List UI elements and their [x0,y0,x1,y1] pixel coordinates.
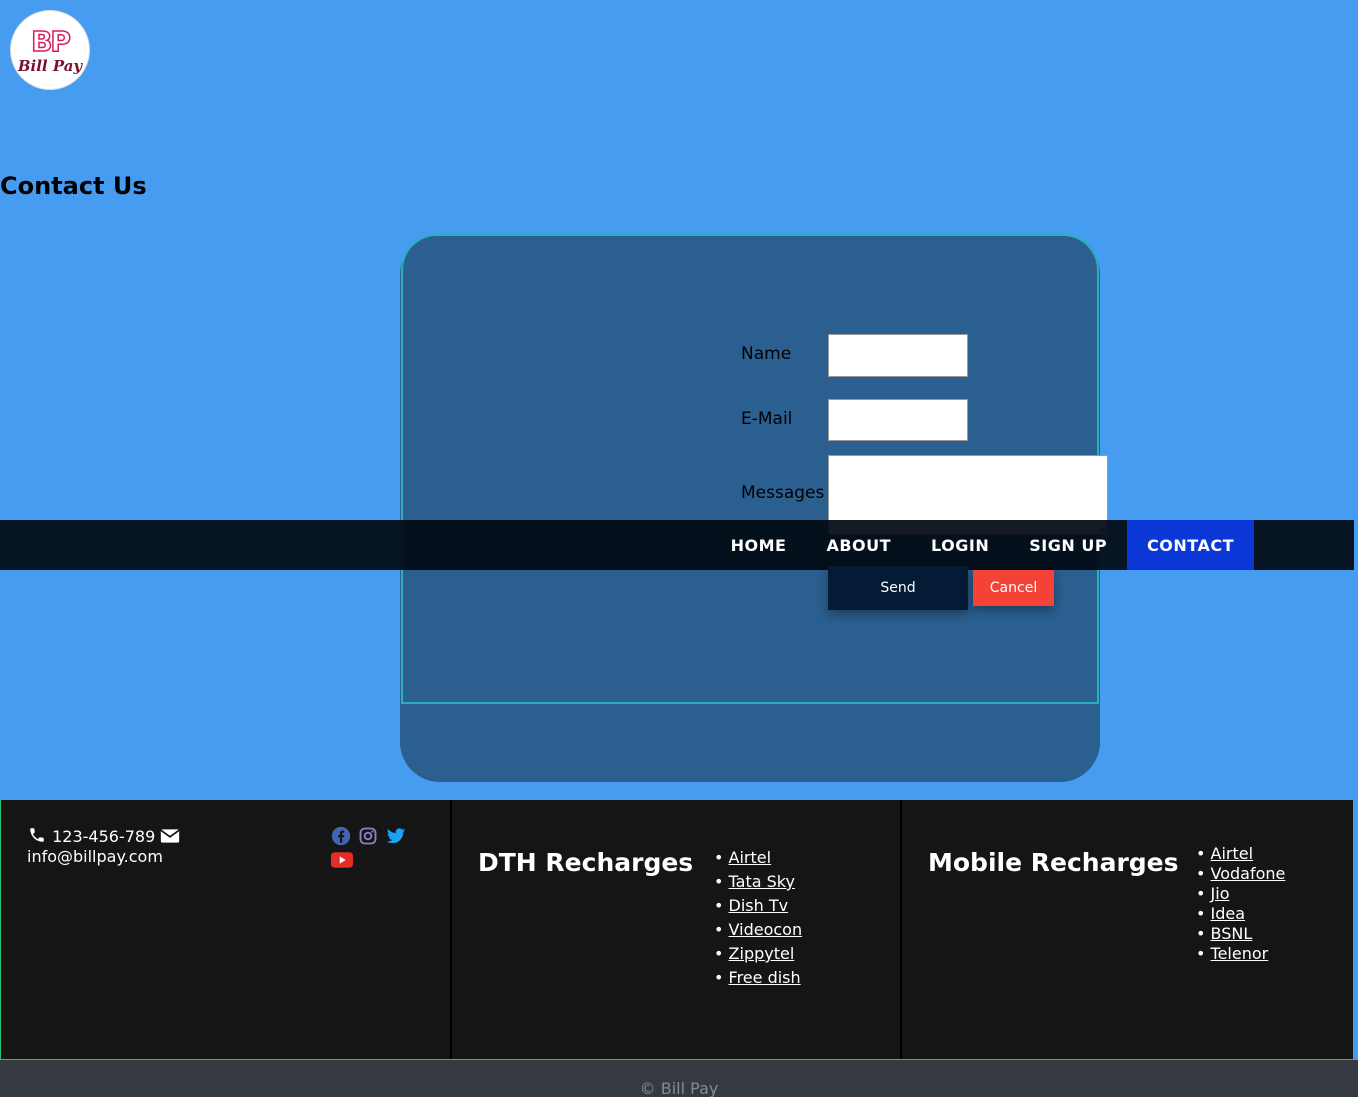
dth-title: DTH Recharges [478,848,694,877]
list-item: Vodafone [1196,864,1286,884]
list-item: Telenor [1196,944,1285,964]
logo[interactable]: BP Bill Pay [10,10,90,90]
mobile-link-bsnl[interactable]: BSNL [1211,924,1253,943]
list-item: Airtel [714,846,802,870]
dth-link-dish-tv[interactable]: Dish Tv [729,896,789,915]
copyright-bar: © Bill Pay [0,1060,1358,1097]
nav-about[interactable]: ABOUT [806,520,911,570]
logo-name: Bill Pay [17,57,83,75]
social-links [331,826,411,872]
messages-label: Messages [741,483,825,503]
nav-signup[interactable]: SIGN UP [1009,520,1127,570]
footer-dth-column: DTH Recharges Airtel Tata Sky Dish Tv Vi… [452,800,902,1059]
email-address: info@billpay.com [27,847,163,866]
list-item: Dish Tv [714,894,802,918]
phone-number: 123-456-789 [52,827,156,846]
mobile-link-airtel[interactable]: Airtel [1211,844,1254,863]
page-title: Contact Us [0,172,147,200]
footer-mobile-column: Mobile Recharges Airtel Vodafone Jio Ide… [902,800,1353,1059]
nav-home[interactable]: HOME [711,520,807,570]
dth-link-free-dish[interactable]: Free dish [729,968,801,987]
footer-contact: 123-456-789 info@billpay.com [27,826,181,867]
email-input[interactable] [828,399,968,441]
mobile-title: Mobile Recharges [928,848,1179,877]
footer: 123-456-789 info@billpay.com DTH Recharg… [0,799,1354,1060]
dth-link-videocon[interactable]: Videocon [729,920,803,939]
mobile-link-jio[interactable]: Jio [1211,884,1230,903]
nav-contact[interactable]: CONTACT [1127,520,1254,570]
list-item: Idea [1196,904,1285,924]
logo-mark: BP [30,25,71,58]
phone-icon [27,827,52,846]
footer-contact-column: 123-456-789 info@billpay.com [1,800,452,1059]
cancel-button[interactable]: Cancel [973,570,1054,606]
mobile-link-telenor[interactable]: Telenor [1211,944,1269,963]
list-item: Videocon [714,918,803,942]
email-label: E-Mail [741,409,793,429]
name-input[interactable] [828,334,968,377]
navbar: HOME ABOUT LOGIN SIGN UP CONTACT [0,520,1354,570]
send-button[interactable]: Send [828,566,968,610]
instagram-icon[interactable] [358,827,380,850]
list-item: Free dish [714,966,802,990]
nav-login[interactable]: LOGIN [911,520,1009,570]
copyright-text: © Bill Pay [639,1079,719,1097]
dth-link-airtel[interactable]: Airtel [729,848,772,867]
twitter-icon[interactable] [385,828,409,850]
youtube-icon[interactable] [331,852,355,872]
mobile-link-vodafone[interactable]: Vodafone [1211,864,1286,883]
name-label: Name [741,344,792,364]
dth-list: Airtel Tata Sky Dish Tv Videocon Zippyte… [714,846,803,990]
mobile-list: Airtel Vodafone Jio Idea BSNL Telenor [1196,844,1286,964]
list-item: Jio [1196,884,1285,904]
dth-link-zippytel[interactable]: Zippytel [729,944,795,963]
facebook-icon[interactable] [331,826,353,850]
list-item: BSNL [1196,924,1285,944]
mobile-link-idea[interactable]: Idea [1211,904,1246,923]
dth-link-tata-sky[interactable]: Tata Sky [729,872,795,891]
envelope-icon [160,827,181,846]
list-item: Tata Sky [714,870,802,894]
list-item: Airtel [1196,844,1285,864]
list-item: Zippytel [714,942,802,966]
